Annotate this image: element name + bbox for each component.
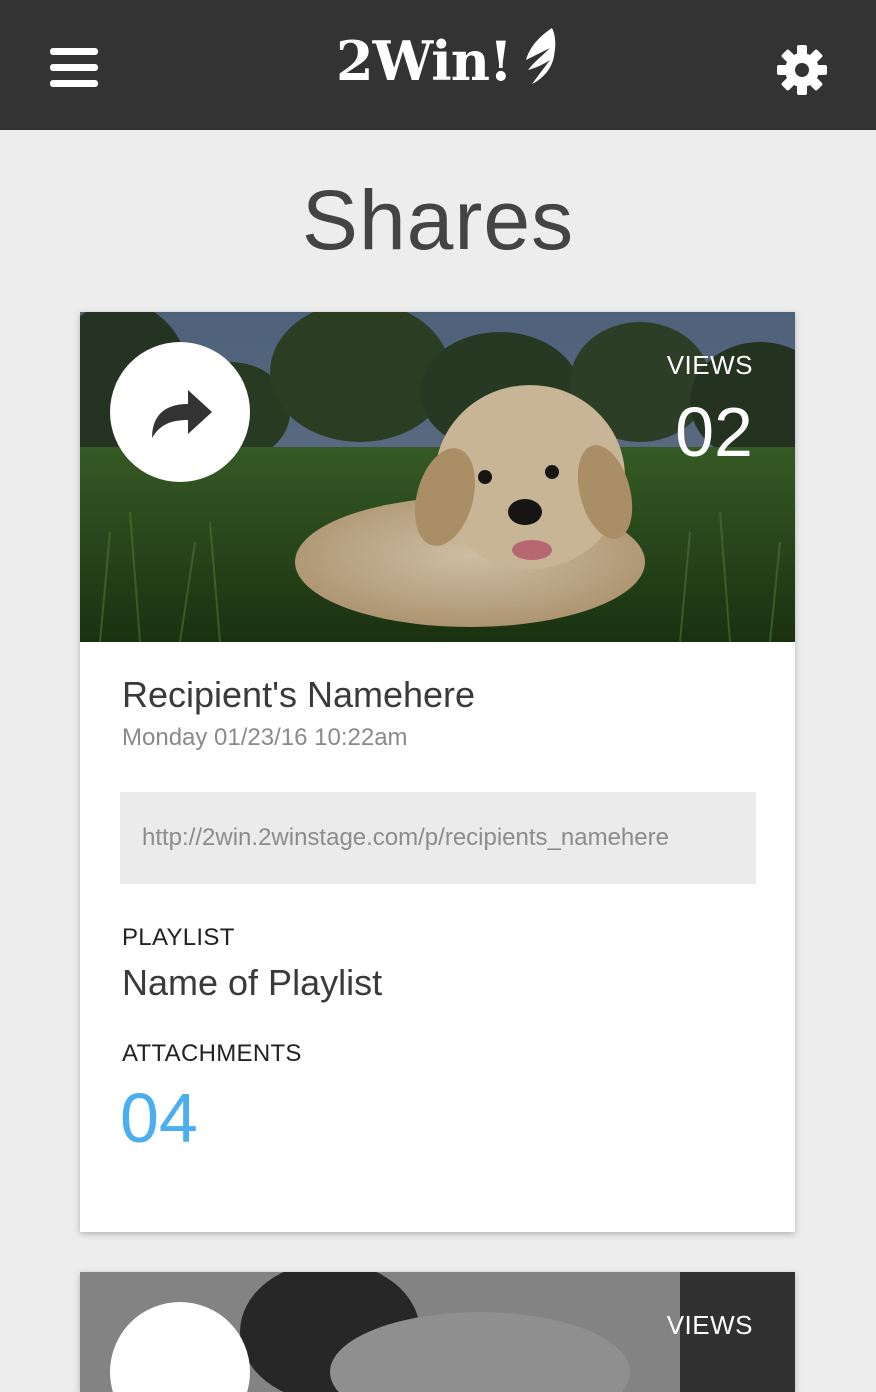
share-button[interactable] bbox=[110, 342, 250, 482]
views-label: VIEWS bbox=[666, 350, 753, 380]
share-thumbnail-image: VIEWS bbox=[80, 1272, 795, 1392]
share-url-field[interactable]: http://2win.2winstage.com/p/recipients_n… bbox=[120, 792, 756, 884]
hamburger-icon bbox=[50, 48, 98, 55]
share-datetime: Monday 01/23/16 10:22am bbox=[122, 724, 408, 751]
app-logo: 2Win! bbox=[336, 28, 558, 94]
hamburger-icon-bar bbox=[50, 64, 98, 71]
share-thumbnail-image: VIEWS 02 bbox=[80, 312, 795, 642]
app-header: 2Win! bbox=[0, 0, 876, 130]
views-count: 02 bbox=[675, 393, 753, 471]
logo-text: 2Win! bbox=[336, 29, 513, 93]
recipient-name: Recipient's Namehere bbox=[122, 674, 476, 715]
logo-wing-icon bbox=[525, 28, 556, 84]
hamburger-icon-bar bbox=[50, 80, 98, 87]
playlist-label: PLAYLIST bbox=[122, 924, 235, 951]
share-card[interactable]: VIEWS 02 Recipient's Namehere Monday 01/… bbox=[80, 312, 795, 1232]
share-card[interactable]: VIEWS bbox=[80, 1272, 795, 1392]
settings-button[interactable] bbox=[772, 40, 832, 100]
views-label: VIEWS bbox=[666, 1310, 753, 1340]
attachments-count[interactable]: 04 bbox=[120, 1078, 198, 1158]
playlist-name[interactable]: Name of Playlist bbox=[122, 962, 382, 1004]
share-arrow-icon bbox=[152, 390, 212, 438]
page-title: Shares bbox=[301, 173, 575, 267]
gear-icon bbox=[777, 45, 827, 95]
hamburger-menu-button[interactable] bbox=[46, 44, 102, 92]
attachments-label: ATTACHMENTS bbox=[122, 1040, 302, 1067]
